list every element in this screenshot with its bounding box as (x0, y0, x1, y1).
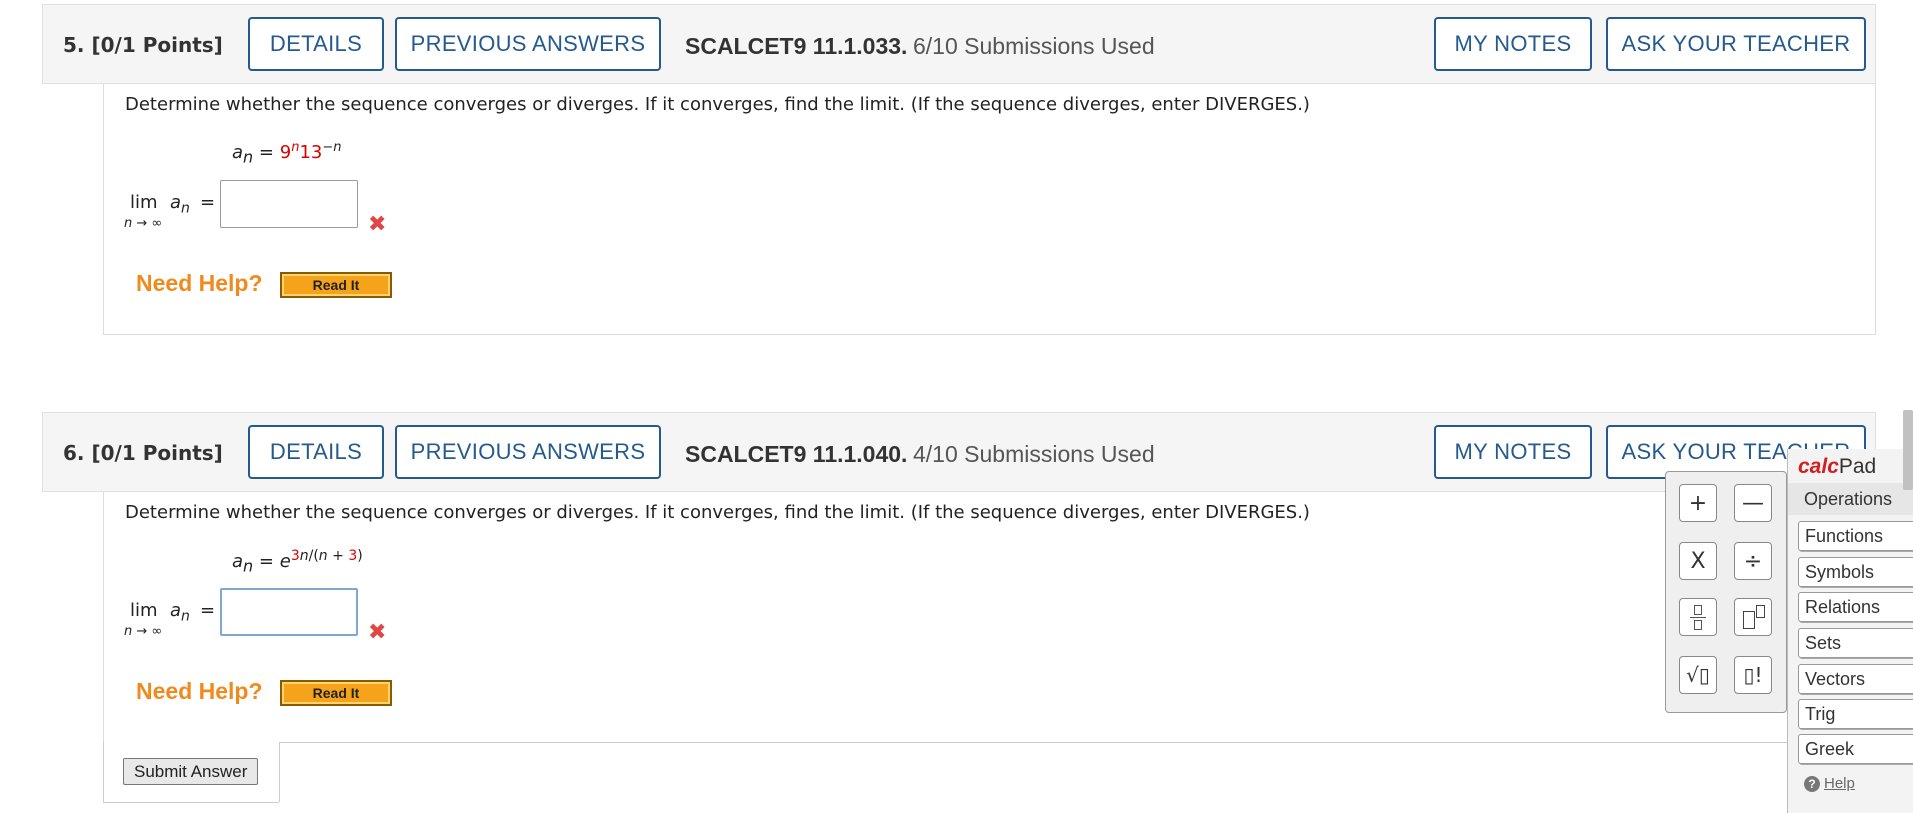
previous-answers-button[interactable]: PREVIOUS ANSWERS (395, 17, 661, 71)
details-button[interactable]: DETAILS (248, 425, 384, 479)
details-button[interactable]: DETAILS (248, 17, 384, 71)
tab-functions[interactable]: Functions (1798, 521, 1913, 551)
ask-your-teacher-button[interactable]: ASK YOUR TEACHER (1606, 17, 1866, 71)
tab-symbols[interactable]: Symbols (1798, 557, 1913, 587)
submit-answer-button[interactable]: Submit Answer (123, 758, 259, 785)
tab-vectors[interactable]: Vectors (1798, 664, 1913, 694)
minus-button[interactable]: — (1734, 484, 1772, 522)
question-6-body: Determine whether the sequence converges… (103, 492, 1876, 742)
question-5-body: Determine whether the sequence converges… (103, 84, 1876, 335)
submissions-count: 4/10 Submissions Used (913, 441, 1155, 467)
tab-trig[interactable]: Trig (1798, 699, 1913, 729)
read-it-button[interactable]: Read It (280, 680, 392, 706)
fraction-button[interactable] (1679, 598, 1717, 636)
need-help-label: Need Help? (136, 678, 263, 704)
divider (279, 742, 1803, 743)
need-help-label: Need Help? (136, 270, 263, 296)
question-prompt: Determine whether the sequence converges… (125, 94, 1310, 115)
tab-sets[interactable]: Sets (1798, 628, 1913, 658)
exponent-icon (1741, 605, 1765, 629)
divider (103, 742, 104, 802)
question-6-label: 6. [0/1 Points] (63, 441, 223, 465)
read-it-button[interactable]: Read It (280, 272, 392, 298)
incorrect-icon: ✖ (368, 212, 387, 237)
fraction-icon (1690, 604, 1706, 630)
exponent-button[interactable] (1734, 598, 1772, 636)
tab-relations[interactable]: Relations (1798, 592, 1913, 622)
sequence-formula: an = e3n/(n + 3) (232, 548, 363, 576)
tab-operations[interactable]: Operations (1788, 483, 1913, 515)
multiply-button[interactable]: X (1679, 542, 1717, 580)
divider (103, 802, 279, 803)
scrollbar-thumb[interactable] (1903, 410, 1913, 490)
previous-answers-button[interactable]: PREVIOUS ANSWERS (395, 425, 661, 479)
question-code: SCALCET9 11.1.033. (685, 33, 908, 59)
tab-greek[interactable]: Greek (1798, 734, 1913, 764)
divider (279, 742, 280, 802)
answer-input[interactable] (220, 180, 358, 228)
divide-button[interactable]: ÷ (1734, 542, 1772, 580)
answer-input[interactable] (220, 588, 358, 636)
my-notes-button[interactable]: MY NOTES (1434, 425, 1592, 479)
factorial-button[interactable]: ▯! (1734, 656, 1772, 694)
submissions-count: 6/10 Submissions Used (913, 33, 1155, 59)
sqrt-button[interactable]: √▯ (1679, 656, 1717, 694)
help-link[interactable]: ? Help (1804, 775, 1855, 792)
calcpad-operations-panel: + — X ÷ √▯ ▯! (1665, 471, 1787, 713)
question-5-header: 5. [0/1 Points] DETAILS PREVIOUS ANSWERS… (42, 4, 1876, 84)
question-5-label: 5. [0/1 Points] (63, 33, 223, 57)
plus-button[interactable]: + (1679, 484, 1717, 522)
question-code: SCALCET9 11.1.040. (685, 441, 908, 467)
calcpad-logo: calcPad (1798, 455, 1877, 478)
submit-area: Submit Answer (103, 742, 1803, 813)
my-notes-button[interactable]: MY NOTES (1434, 17, 1592, 71)
calcpad-sidebar: calcPad Operations Functions Symbols Rel… (1787, 449, 1913, 813)
sequence-formula: an = 9n13−n (232, 140, 342, 167)
question-prompt: Determine whether the sequence converges… (125, 502, 1310, 523)
incorrect-icon: ✖ (368, 620, 387, 645)
question-6-header: 6. [0/1 Points] DETAILS PREVIOUS ANSWERS… (42, 412, 1876, 492)
help-icon: ? (1804, 775, 1820, 792)
